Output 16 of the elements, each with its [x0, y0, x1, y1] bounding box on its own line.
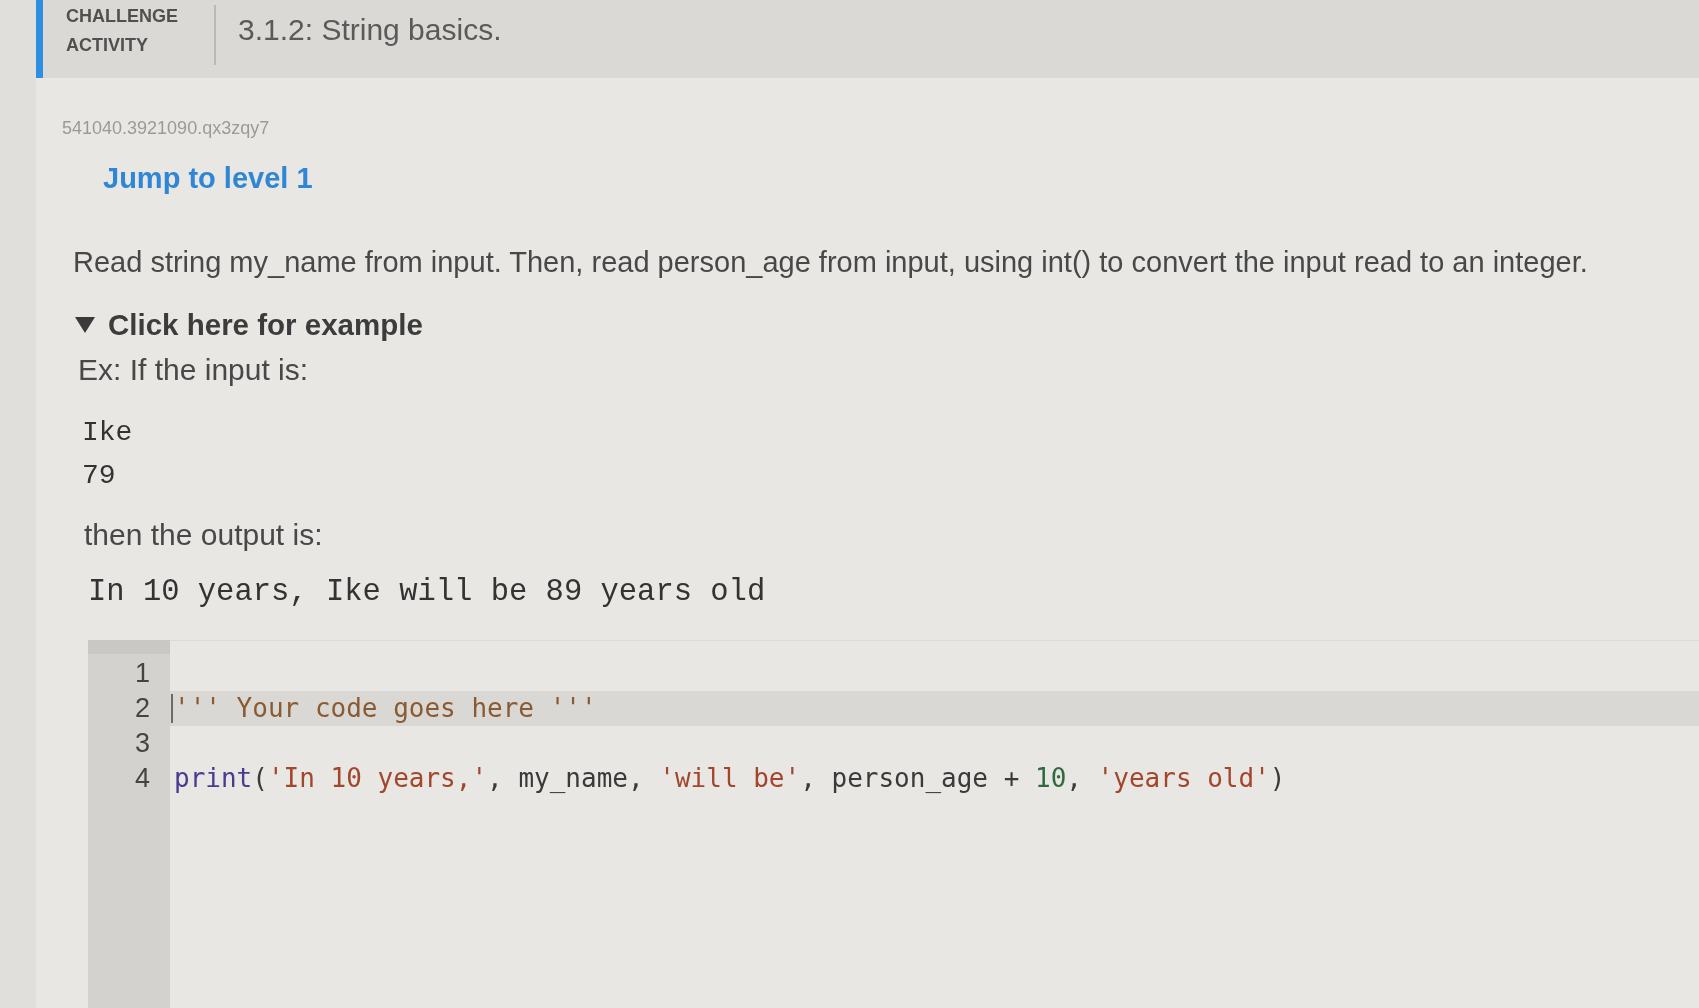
line-number: 2	[134, 692, 150, 725]
activity-title: 3.1.2: String basics.	[238, 12, 502, 48]
example-text: Ex: If the input is:	[78, 353, 309, 387]
sample-input-line: 79	[82, 459, 116, 493]
sample-input-line: Ike	[82, 416, 133, 450]
activity-id: 541040.3921090.qx3zqy7	[62, 117, 270, 140]
example-toggle[interactable]: Click here for example	[75, 307, 423, 343]
line-number: 4	[134, 762, 150, 795]
instructions-text: Read string my_name from input. Then, read person_age from input, using int() to convert the input read to an integer.	[73, 245, 1588, 280]
code-line[interactable]: print('In 10 years,', my_name, 'will be', person_age + 10, 'years old')	[170, 761, 1699, 796]
line-number: 1	[134, 657, 150, 690]
activity-category: CHALLENGE ACTIVITY	[65, 5, 179, 57]
sample-output-line: In 10 years, Ike will be 89 years old	[88, 574, 766, 610]
text-cursor-icon	[171, 694, 173, 723]
line-number: 3	[134, 727, 150, 760]
example-text: then the output is:	[84, 518, 323, 552]
